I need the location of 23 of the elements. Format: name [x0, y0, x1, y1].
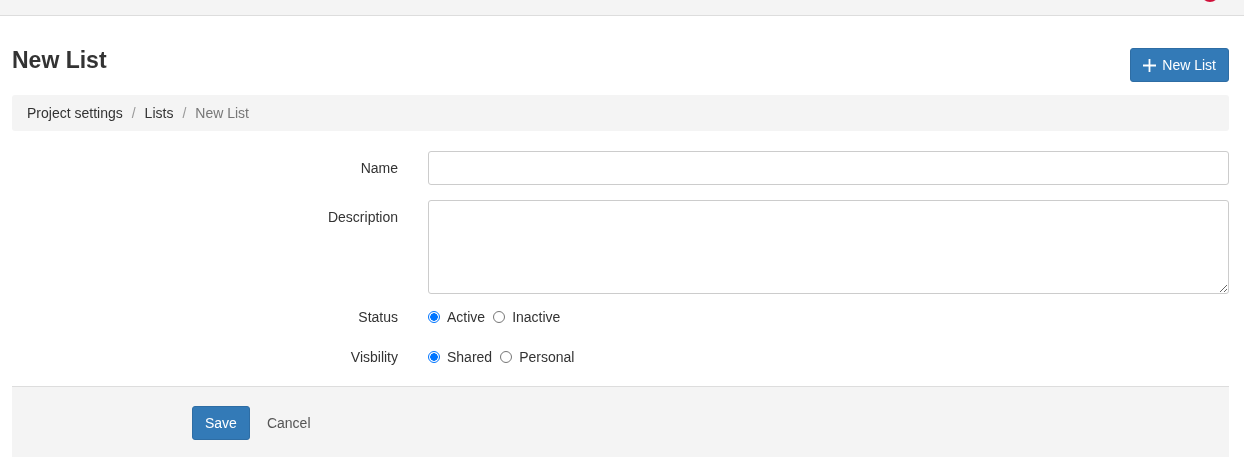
- radio-label: Active: [447, 309, 486, 325]
- radio-button[interactable]: [428, 311, 440, 323]
- field-label: Name: [360, 159, 398, 178]
- breadcrumb-link[interactable]: Project settings: [27, 105, 123, 121]
- radio-button[interactable]: [428, 351, 440, 363]
- radio-label: Personal: [519, 349, 575, 365]
- breadcrumb-separator: /: [182, 105, 187, 121]
- page-title: New List: [12, 47, 107, 73]
- plus-icon: [1143, 58, 1157, 72]
- new-list-button[interactable]: New List: [1130, 48, 1229, 82]
- radio-button[interactable]: [500, 351, 513, 363]
- radio-button[interactable]: [493, 311, 506, 323]
- cancel-link[interactable]: Cancel: [259, 415, 318, 431]
- breadcrumb-current: New List: [195, 105, 249, 121]
- field-label: Description: [327, 208, 398, 227]
- name-input[interactable]: [428, 151, 1229, 185]
- field-label: Visbility: [350, 349, 398, 365]
- breadcrumb-separator: /: [131, 105, 136, 121]
- radio-label: Inactive: [512, 309, 561, 325]
- field-label: Status: [358, 309, 398, 325]
- radio-label: Shared: [447, 349, 493, 365]
- save-button[interactable]: Save: [192, 406, 250, 440]
- breadcrumb-link[interactable]: Lists: [144, 105, 174, 121]
